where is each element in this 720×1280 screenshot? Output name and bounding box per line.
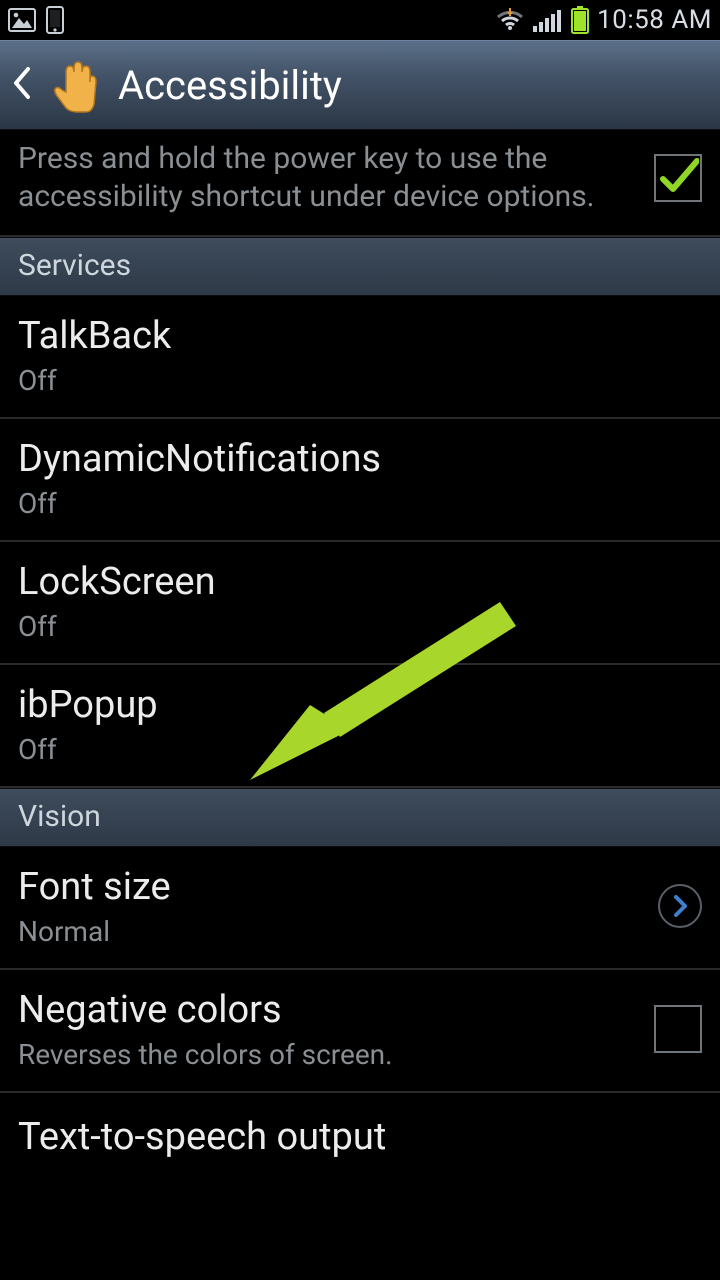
- item-title: TalkBack: [18, 314, 171, 358]
- status-bar: 10:58 AM: [0, 0, 720, 40]
- wifi-icon: [495, 8, 525, 32]
- section-header-services: Services: [0, 237, 720, 296]
- power-shortcut-row[interactable]: Press and hold the power key to use the …: [0, 130, 720, 237]
- negative-colors-checkbox[interactable]: [654, 1005, 702, 1053]
- accessibility-hand-icon: [46, 56, 104, 114]
- item-status: Off: [18, 610, 216, 643]
- section-header-vision: Vision: [0, 788, 720, 847]
- vision-font-size[interactable]: Font size Normal: [0, 847, 720, 970]
- chevron-right-icon[interactable]: [658, 884, 702, 928]
- vision-tts[interactable]: Text-to-speech output: [0, 1093, 720, 1159]
- item-title: Font size: [18, 865, 171, 909]
- item-title: DynamicNotifications: [18, 437, 381, 481]
- service-ibpopup[interactable]: ibPopup Off: [0, 665, 720, 788]
- item-title: Text-to-speech output: [18, 1115, 386, 1159]
- action-bar[interactable]: Accessibility: [0, 40, 720, 130]
- status-clock: 10:58 AM: [597, 5, 712, 35]
- page-title: Accessibility: [118, 62, 342, 109]
- settings-list[interactable]: Press and hold the power key to use the …: [0, 130, 720, 1280]
- service-lockscreen[interactable]: LockScreen Off: [0, 542, 720, 665]
- service-dynamicnotifications[interactable]: DynamicNotifications Off: [0, 419, 720, 542]
- vision-negative-colors[interactable]: Negative colors Reverses the colors of s…: [0, 970, 720, 1093]
- item-title: LockScreen: [18, 560, 216, 604]
- service-talkback[interactable]: TalkBack Off: [0, 296, 720, 419]
- signal-icon: [533, 8, 563, 32]
- item-title: Negative colors: [18, 988, 393, 1032]
- item-status: Off: [18, 487, 381, 520]
- item-subtitle: Reverses the colors of screen.: [18, 1038, 393, 1071]
- power-shortcut-checkbox[interactable]: [654, 154, 702, 202]
- phone-icon: [46, 6, 64, 34]
- back-icon[interactable]: [10, 65, 32, 105]
- item-status: Off: [18, 364, 171, 397]
- power-shortcut-description: Press and hold the power key to use the …: [18, 140, 654, 217]
- gallery-icon: [8, 8, 36, 32]
- item-status: Off: [18, 733, 158, 766]
- item-status: Normal: [18, 915, 171, 948]
- battery-icon: [571, 6, 589, 34]
- item-title: ibPopup: [18, 683, 158, 727]
